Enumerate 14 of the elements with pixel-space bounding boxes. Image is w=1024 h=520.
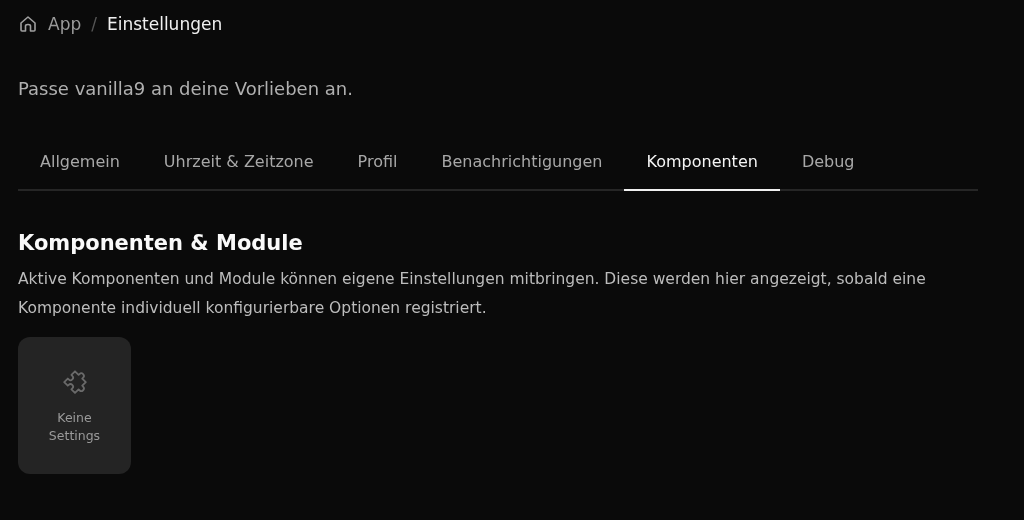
tab[interactable]: Debug — [779, 143, 877, 191]
breadcrumb-link[interactable]: App — [48, 14, 82, 34]
section-description: Aktive Komponenten und Module können eigene Einstellungen mitbringen. Diese werden hier angezeigt, sobald eine Komponente individuell konfigurierbare Optionen registriert. — [18, 269, 927, 319]
tab[interactable]: Profil — [335, 143, 420, 191]
home-icon[interactable] — [18, 14, 38, 34]
tab[interactable]: Komponenten — [624, 143, 780, 191]
tab[interactable]: Benachrichtigungen — [419, 143, 625, 191]
empty-label: Keine Settings — [47, 408, 102, 445]
tab[interactable]: Allgemein — [18, 143, 142, 191]
page-subtitle: Passe vanilla9 an deine Vorlieben an. — [18, 78, 354, 99]
breadcrumb-separator: / — [91, 14, 97, 34]
tab[interactable]: Uhrzeit & Zeitzone — [141, 143, 336, 191]
breadcrumb-link[interactable]: Einstellungen — [106, 14, 223, 34]
section-title: Komponenten & Module — [18, 231, 304, 255]
